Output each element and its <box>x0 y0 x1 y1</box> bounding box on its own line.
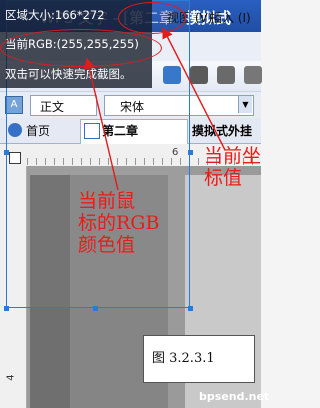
annotation-rgb: 当前鼠 标的RGB 颜色值 <box>78 190 159 256</box>
annotation-coordinate: 当前坐 标值 <box>204 145 261 189</box>
annotation-rgb-line1: 当前鼠 <box>78 190 136 212</box>
annotation-coordinate-line2: 标值 <box>204 167 243 189</box>
arrow-to-coordinate <box>162 27 226 151</box>
arrow-to-rgb <box>83 57 119 191</box>
annotation-rgb-line2: 标的RGB <box>78 212 160 234</box>
annotation-rgb-line3: 颜色值 <box>78 234 136 256</box>
annotation-coordinate-line1: 当前坐 <box>204 145 262 167</box>
